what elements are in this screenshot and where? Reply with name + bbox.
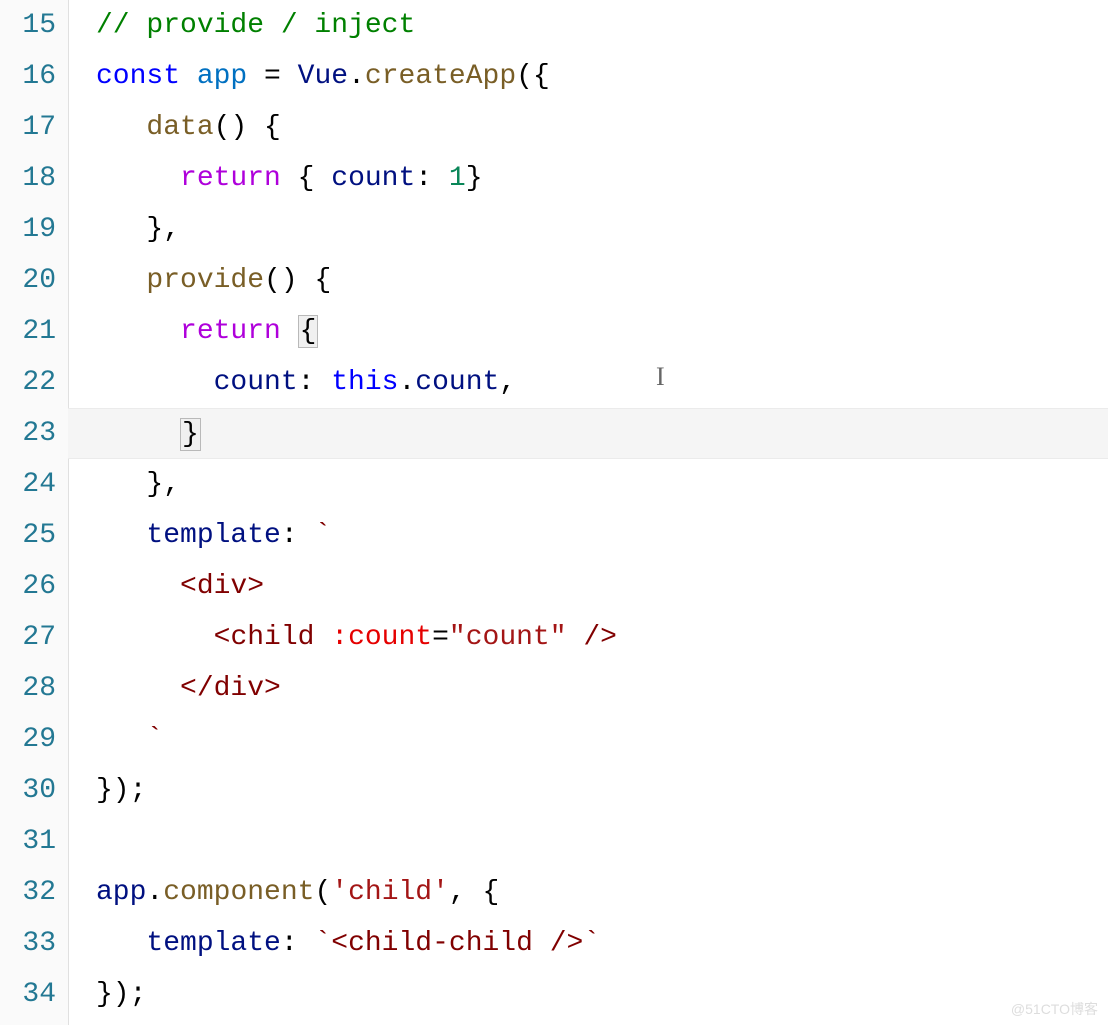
function-token: component bbox=[163, 877, 314, 908]
code-line[interactable]: data() { bbox=[96, 102, 1108, 153]
code-line-active[interactable]: } bbox=[68, 408, 1108, 459]
line-number: 28 bbox=[0, 663, 56, 714]
line-number: 18 bbox=[0, 153, 56, 204]
line-number: 26 bbox=[0, 561, 56, 612]
object-token: Vue bbox=[298, 61, 348, 92]
line-number: 22 bbox=[0, 357, 56, 408]
code-editor[interactable]: // provide / inject const app = Vue.crea… bbox=[96, 0, 1108, 1025]
variable-token: app bbox=[197, 61, 247, 92]
line-number: 16 bbox=[0, 51, 56, 102]
code-line[interactable]: app.component('child', { bbox=[96, 867, 1108, 918]
code-line[interactable]: <child :count="count" /> bbox=[96, 612, 1108, 663]
code-line[interactable]: }); bbox=[96, 969, 1108, 1020]
line-number: 29 bbox=[0, 714, 56, 765]
line-number: 27 bbox=[0, 612, 56, 663]
code-line[interactable]: }, bbox=[96, 204, 1108, 255]
code-line[interactable]: // provide / inject bbox=[96, 0, 1108, 51]
code-line[interactable]: return { count: 1} bbox=[96, 153, 1108, 204]
code-line[interactable]: template: ` bbox=[96, 510, 1108, 561]
number-token: 1 bbox=[449, 163, 466, 194]
line-number-gutter: 15 16 17 18 19 20 21 22 23 24 25 26 27 2… bbox=[0, 0, 68, 1025]
property-token: template bbox=[146, 928, 280, 959]
line-number: 34 bbox=[0, 969, 56, 1020]
function-token: provide bbox=[146, 265, 264, 296]
line-number: 30 bbox=[0, 765, 56, 816]
text-cursor-icon: I bbox=[656, 351, 665, 402]
tag-token: child-child bbox=[348, 928, 533, 959]
line-number: 23 bbox=[0, 408, 56, 459]
tag-token: div bbox=[214, 673, 264, 704]
tag-token: div bbox=[197, 571, 247, 602]
gutter-divider bbox=[68, 0, 96, 1025]
code-line[interactable]: }, bbox=[96, 459, 1108, 510]
property-token: count bbox=[415, 367, 499, 398]
property-token: count bbox=[331, 163, 415, 194]
keyword-token: const bbox=[96, 61, 180, 92]
keyword-token: this bbox=[331, 367, 398, 398]
line-number: 17 bbox=[0, 102, 56, 153]
comment-token: // provide / inject bbox=[96, 10, 415, 41]
string-token: 'child' bbox=[331, 877, 449, 908]
line-number: 33 bbox=[0, 918, 56, 969]
code-line[interactable]: <div> bbox=[96, 561, 1108, 612]
property-token: template bbox=[146, 520, 280, 551]
tag-token: child bbox=[230, 622, 314, 653]
object-token: app bbox=[96, 877, 146, 908]
code-line[interactable]: }); bbox=[96, 765, 1108, 816]
code-line[interactable]: ` bbox=[96, 714, 1108, 765]
line-number: 20 bbox=[0, 255, 56, 306]
line-number: 15 bbox=[0, 0, 56, 51]
property-token: count bbox=[214, 367, 298, 398]
code-line[interactable] bbox=[96, 816, 1108, 867]
code-line[interactable]: </div> bbox=[96, 663, 1108, 714]
code-line[interactable]: count: this.count,I bbox=[96, 357, 1108, 408]
code-line[interactable]: const app = Vue.createApp({ bbox=[96, 51, 1108, 102]
function-token: data bbox=[146, 112, 213, 143]
function-token: createApp bbox=[365, 61, 516, 92]
watermark-text: @51CTO博客 bbox=[1011, 999, 1098, 1019]
code-line[interactable]: provide() { bbox=[96, 255, 1108, 306]
bracket-match: { bbox=[298, 315, 319, 348]
line-number: 32 bbox=[0, 867, 56, 918]
line-number: 19 bbox=[0, 204, 56, 255]
bracket-match: } bbox=[180, 418, 201, 451]
string-token: "count" bbox=[449, 622, 567, 653]
line-number: 21 bbox=[0, 306, 56, 357]
line-number: 25 bbox=[0, 510, 56, 561]
code-line[interactable]: template: `<child-child />` bbox=[96, 918, 1108, 969]
code-line[interactable]: return { bbox=[96, 306, 1108, 357]
line-number: 24 bbox=[0, 459, 56, 510]
attribute-token: :count bbox=[331, 622, 432, 653]
keyword-token: return bbox=[180, 163, 281, 194]
keyword-token: return bbox=[180, 316, 281, 347]
line-number: 31 bbox=[0, 816, 56, 867]
